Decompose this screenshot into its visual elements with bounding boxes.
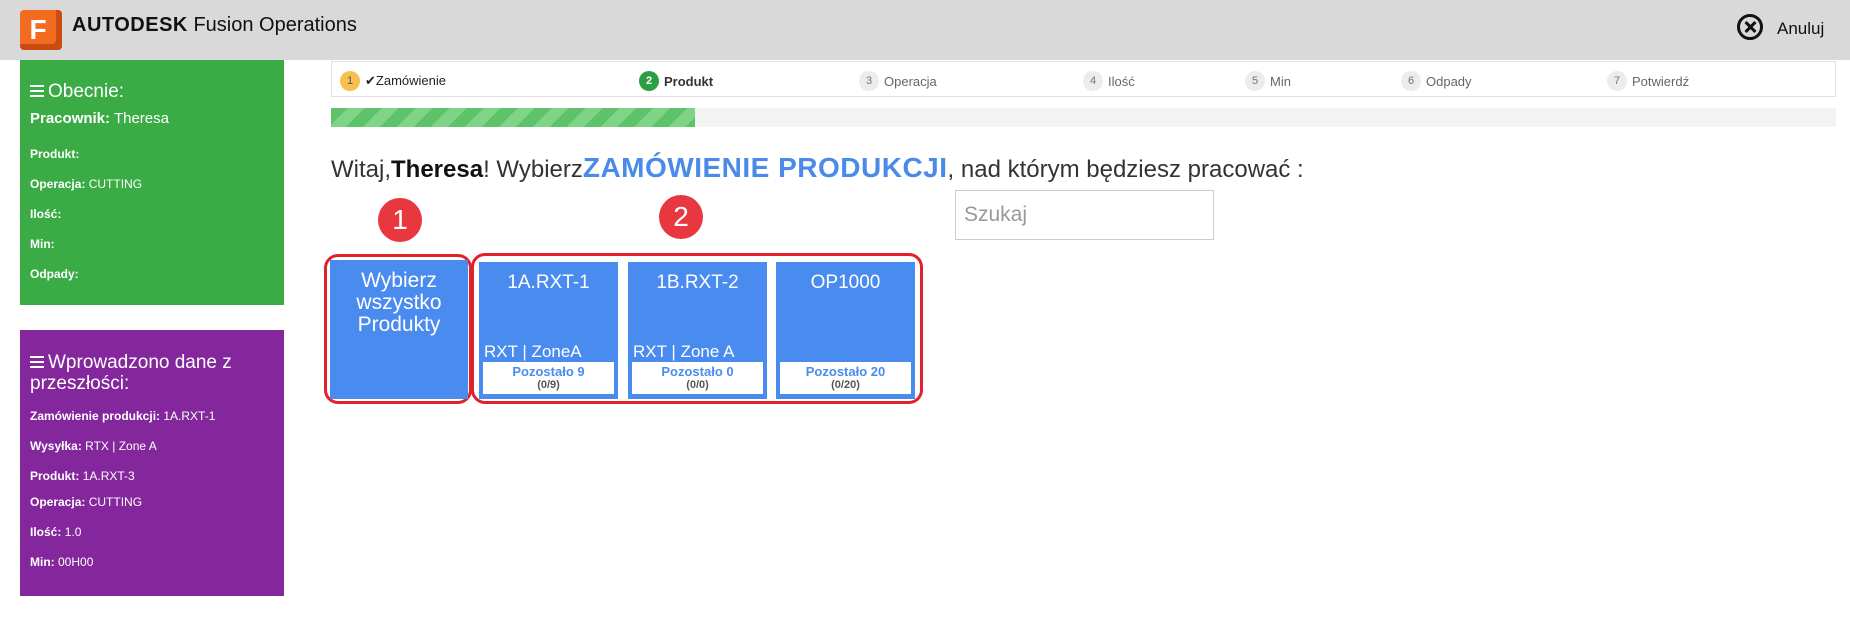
- progress-fill: [331, 108, 696, 127]
- product-name: Fusion Operations: [193, 14, 357, 36]
- annotation-badge-1: 1: [378, 198, 422, 242]
- step-order[interactable]: 1 ✔Zamówienie: [340, 71, 446, 91]
- fusion-logo-icon: F: [20, 10, 62, 50]
- order-location: RXT | Zone A: [633, 342, 735, 361]
- step-product[interactable]: 2 Produkt: [639, 71, 713, 91]
- history-row: Min: 00H00: [30, 555, 94, 569]
- order-tile[interactable]: 1A.RXT-1 RXT | ZoneA Pozostało 9 (0/9): [479, 262, 618, 399]
- worker-name: Theresa: [391, 156, 484, 183]
- cancel-icon[interactable]: [1737, 14, 1763, 40]
- order-code: 1B.RXT-2: [656, 272, 739, 293]
- history-row: Wysyłka: RTX | Zone A: [30, 439, 157, 453]
- current-status-panel: Obecnie: Pracownik: Theresa Produkt: Ope…: [20, 60, 284, 305]
- order-remaining-box: Pozostało 20 (0/20): [780, 362, 911, 394]
- order-count: (0/20): [831, 379, 860, 391]
- history-row: Ilość: 1.0: [30, 525, 82, 539]
- min-row: Min:: [30, 237, 55, 251]
- order-remaining: Pozostało 0: [661, 364, 734, 379]
- current-panel-title: Obecnie:: [30, 81, 270, 102]
- order-remaining-box: Pozostało 0 (0/0): [632, 362, 763, 394]
- order-highlight: ZAMÓWIENIE PRODUKCJI: [582, 152, 948, 183]
- order-location: RXT | ZoneA: [484, 342, 582, 361]
- annotation-badge-2: 2: [659, 195, 703, 239]
- select-all-products-button[interactable]: Wybierz wszystko Produkty: [330, 260, 468, 399]
- step-min[interactable]: 5 Min: [1245, 71, 1291, 91]
- order-tile[interactable]: OP1000 Pozostało 20 (0/20): [776, 262, 915, 399]
- step-quantity[interactable]: 4 Ilość: [1083, 71, 1135, 91]
- order-code: 1A.RXT-1: [507, 272, 590, 293]
- step-scrap[interactable]: 6 Odpady: [1401, 71, 1472, 91]
- menu-icon: [30, 356, 44, 368]
- cancel-button[interactable]: Anuluj: [1777, 19, 1824, 39]
- order-remaining-box: Pozostało 9 (0/9): [483, 362, 614, 394]
- order-remaining: Pozostało 9: [512, 364, 585, 379]
- wizard-stepper: 1 ✔Zamówienie 2 Produkt 3 Operacja 4 Ilość 5…: [331, 61, 1836, 97]
- search-input[interactable]: [955, 190, 1214, 240]
- greeting-text: Witaj,Theresa! WybierzZAMÓWIENIE PRODUKC…: [331, 152, 1304, 183]
- history-row: Operacja: CUTTING: [30, 495, 143, 509]
- order-count: (0/0): [686, 379, 709, 391]
- progress-bar: [331, 108, 1836, 127]
- order-count: (0/9): [537, 379, 560, 391]
- history-row: Zamówienie produkcji: 1A.RXT-1: [30, 409, 216, 423]
- menu-icon: [30, 85, 44, 97]
- worker-row: Pracownik: Theresa: [30, 110, 169, 127]
- quantity-row: Ilość:: [30, 207, 62, 221]
- operation-row: Operacja: CUTTING: [30, 177, 143, 191]
- history-row: Produkt: 1A.RXT-3: [30, 469, 135, 483]
- order-remaining: Pozostało 20: [805, 364, 886, 379]
- history-panel: Wprowadzono dane z przeszłości: Zamówien…: [20, 330, 284, 596]
- step-confirm[interactable]: 7 Potwierdź: [1607, 71, 1689, 91]
- scrap-row: Odpady:: [30, 267, 79, 281]
- order-tile[interactable]: 1B.RXT-2 RXT | Zone A Pozostało 0 (0/0): [628, 262, 767, 399]
- product-row: Produkt:: [30, 147, 80, 161]
- app-title: AUTODESK Fusion Operations: [72, 14, 357, 37]
- order-code: OP1000: [810, 272, 881, 293]
- step-operation[interactable]: 3 Operacja: [859, 71, 937, 91]
- history-panel-title: Wprowadzono dane z przeszłości:: [30, 352, 232, 394]
- brand-name: AUTODESK: [72, 14, 188, 36]
- top-bar: F AUTODESK Fusion Operations Anuluj: [0, 0, 1850, 60]
